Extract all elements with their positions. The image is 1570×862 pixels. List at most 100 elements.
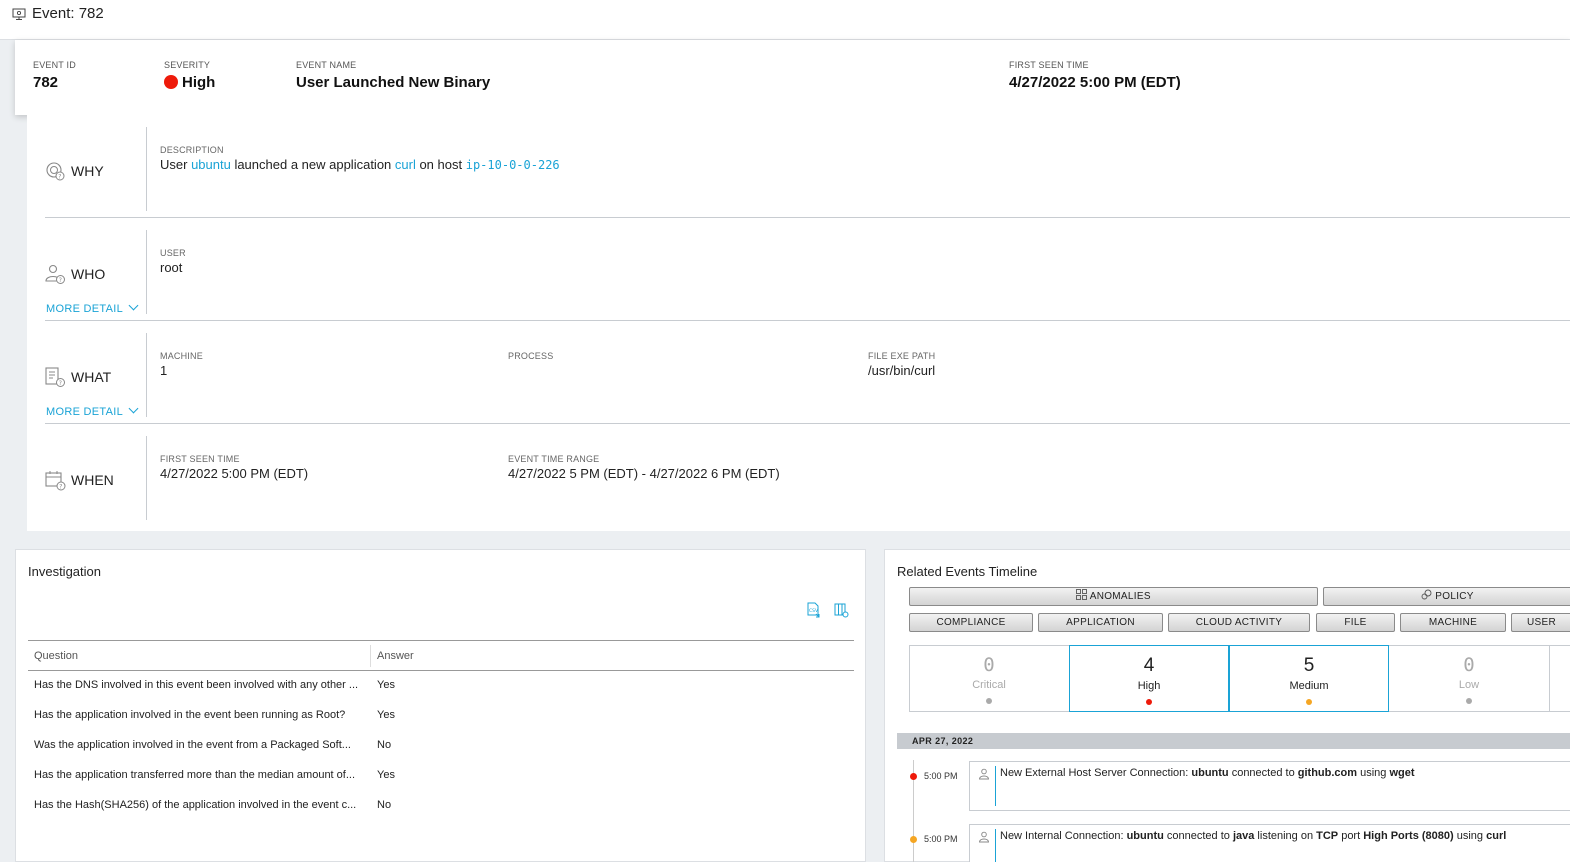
- what-more-detail-toggle[interactable]: MORE DETAIL: [46, 403, 139, 418]
- filter-machine-button[interactable]: MACHINE: [1400, 613, 1506, 632]
- when-divider: [146, 436, 147, 520]
- who-row: ? WHO MORE DETAIL USER root: [27, 218, 1570, 321]
- why-icon: ?: [46, 162, 65, 181]
- filter-policy-button[interactable]: POLICY: [1323, 587, 1570, 606]
- filter-application-button[interactable]: APPLICATION: [1038, 613, 1163, 632]
- column-header-question[interactable]: Question: [34, 650, 78, 662]
- why-divider: [146, 127, 147, 211]
- process-field: PROCESS: [508, 351, 553, 361]
- host-link[interactable]: ip-10-0-0-226: [466, 158, 560, 172]
- severity-label: Critical: [972, 679, 1006, 691]
- table-row[interactable]: Has the DNS involved in this event been …: [28, 671, 854, 701]
- answer-cell: Yes: [377, 679, 395, 691]
- severity-count: 0: [1463, 654, 1475, 676]
- description-text: User: [160, 157, 192, 172]
- machine-label: MACHINE: [160, 351, 203, 361]
- view-columns-icon[interactable]: [833, 602, 849, 618]
- severity-dot-icon: [164, 75, 178, 89]
- severity-critical-box[interactable]: 0 Critical: [909, 645, 1069, 712]
- timeline-date-header: APR 27, 2022: [897, 733, 1570, 749]
- event-port: High Ports (8080): [1363, 830, 1454, 842]
- severity-high-box[interactable]: 4 High: [1069, 645, 1229, 712]
- when-row: ? WHEN FIRST SEEN TIME 4/27/2022 5:00 PM…: [27, 424, 1570, 527]
- question-cell: Has the DNS involved in this event been …: [34, 679, 359, 691]
- user-label: USER: [160, 248, 186, 258]
- event-details: ? WHY DESCRIPTION User ubuntu launched a…: [27, 115, 1570, 531]
- column-header-answer[interactable]: Answer: [377, 650, 414, 662]
- what-title: WHAT: [71, 369, 112, 385]
- table-row[interactable]: Was the application involved in the even…: [28, 731, 854, 761]
- what-row: ? WHAT MORE DETAIL MACHINE 1 PROCESS FIL…: [27, 321, 1570, 424]
- who-more-detail-toggle[interactable]: MORE DETAIL: [46, 300, 139, 315]
- severity-value: High: [182, 74, 216, 91]
- filter-file-button[interactable]: FILE: [1316, 613, 1395, 632]
- severity-label: High: [1137, 680, 1161, 692]
- severity-count: 0: [983, 654, 995, 676]
- first-seen-value: 4/27/2022 5:00 PM (EDT): [1009, 74, 1181, 91]
- more-detail-label: MORE DETAIL: [46, 303, 124, 315]
- severity-medium-box[interactable]: 5 Medium: [1229, 645, 1389, 712]
- event-id-label: EVENT ID: [33, 60, 76, 70]
- event-text: listening on: [1254, 830, 1317, 842]
- event-description: New Internal Connection: ubuntu connecte…: [1000, 830, 1506, 842]
- policy-icon: [1421, 589, 1432, 600]
- question-cell: Has the Hash(SHA256) of the application …: [34, 799, 357, 811]
- filter-user-button[interactable]: USER: [1511, 613, 1570, 632]
- when-first-seen-label: FIRST SEEN TIME: [160, 454, 240, 464]
- severity-dot-icon: [986, 698, 992, 704]
- answer-cell: Yes: [377, 709, 395, 721]
- event-accent-bar: [995, 766, 996, 806]
- anomalies-icon: [1076, 589, 1088, 600]
- severity-low-box[interactable]: 0 Low: [1389, 645, 1549, 712]
- severity-label: Medium: [1289, 680, 1329, 692]
- severity-count: 4: [1143, 655, 1155, 676]
- event-name-label: EVENT NAME: [296, 60, 357, 70]
- column-divider: [370, 645, 371, 667]
- description-field: DESCRIPTION User ubuntu launched a new a…: [160, 145, 560, 172]
- event-host: github.com: [1297, 767, 1358, 779]
- svg-text:?: ?: [58, 173, 61, 180]
- filter-cloud-activity-button[interactable]: CLOUD ACTIVITY: [1168, 613, 1310, 632]
- svg-text:?: ?: [59, 380, 62, 387]
- description-label: DESCRIPTION: [160, 145, 224, 155]
- severity-label: Low: [1458, 679, 1480, 691]
- user-field: USER root: [160, 248, 186, 275]
- event-summary-card: EVENT ID 782 SEVERITY High EVENT NAME Us…: [15, 40, 1570, 115]
- svg-text:?: ?: [59, 277, 62, 284]
- top-bar: Event: 782: [0, 0, 1570, 40]
- filter-anomalies-button[interactable]: ANOMALIES: [909, 587, 1318, 606]
- timeline-event-card[interactable]: New Internal Connection: ubuntu connecte…: [969, 824, 1570, 862]
- calendar-question-icon: ?: [45, 471, 66, 491]
- event-text: using: [1453, 830, 1487, 842]
- filter-label: ANOMALIES: [1089, 591, 1151, 602]
- user-question-icon: ?: [45, 264, 65, 284]
- filter-label: POLICY: [1435, 591, 1474, 602]
- event-text: New External Host Server Connection:: [1000, 767, 1192, 779]
- when-title: WHEN: [71, 472, 114, 488]
- svg-text:CSV: CSV: [809, 608, 819, 614]
- answer-cell: No: [377, 799, 392, 811]
- investigation-panel: Investigation CSV Question Answer Has th…: [15, 549, 866, 862]
- first-seen-label: FIRST SEEN TIME: [1009, 60, 1089, 70]
- event-time-range-value: 4/27/2022 5 PM (EDT) - 4/27/2022 6 PM (E…: [508, 466, 780, 481]
- who-title: WHO: [71, 266, 106, 282]
- application-link[interactable]: curl: [395, 157, 416, 172]
- severity-field: SEVERITY High: [164, 60, 215, 91]
- page-title: Event: 782: [32, 5, 104, 22]
- answer-cell: Yes: [377, 769, 395, 781]
- timeline-event-card[interactable]: New External Host Server Connection: ubu…: [969, 761, 1570, 811]
- event-application: java: [1232, 830, 1255, 842]
- user-icon: [979, 831, 989, 843]
- document-question-icon: ?: [45, 367, 65, 387]
- table-row[interactable]: Has the Hash(SHA256) of the application …: [28, 791, 854, 821]
- user-link[interactable]: ubuntu: [191, 157, 231, 172]
- question-cell: Has the application transferred more tha…: [34, 769, 356, 781]
- export-csv-icon[interactable]: CSV: [805, 602, 821, 618]
- first-seen-field: FIRST SEEN TIME 4/27/2022 5:00 PM (EDT): [1009, 60, 1181, 91]
- filter-compliance-button[interactable]: COMPLIANCE: [909, 613, 1033, 632]
- table-row[interactable]: Has the application involved in the even…: [28, 701, 854, 731]
- who-divider: [146, 230, 147, 314]
- svg-text:?: ?: [59, 483, 62, 490]
- event-time: 5:00 PM: [924, 834, 958, 844]
- table-row[interactable]: Has the application transferred more tha…: [28, 761, 854, 791]
